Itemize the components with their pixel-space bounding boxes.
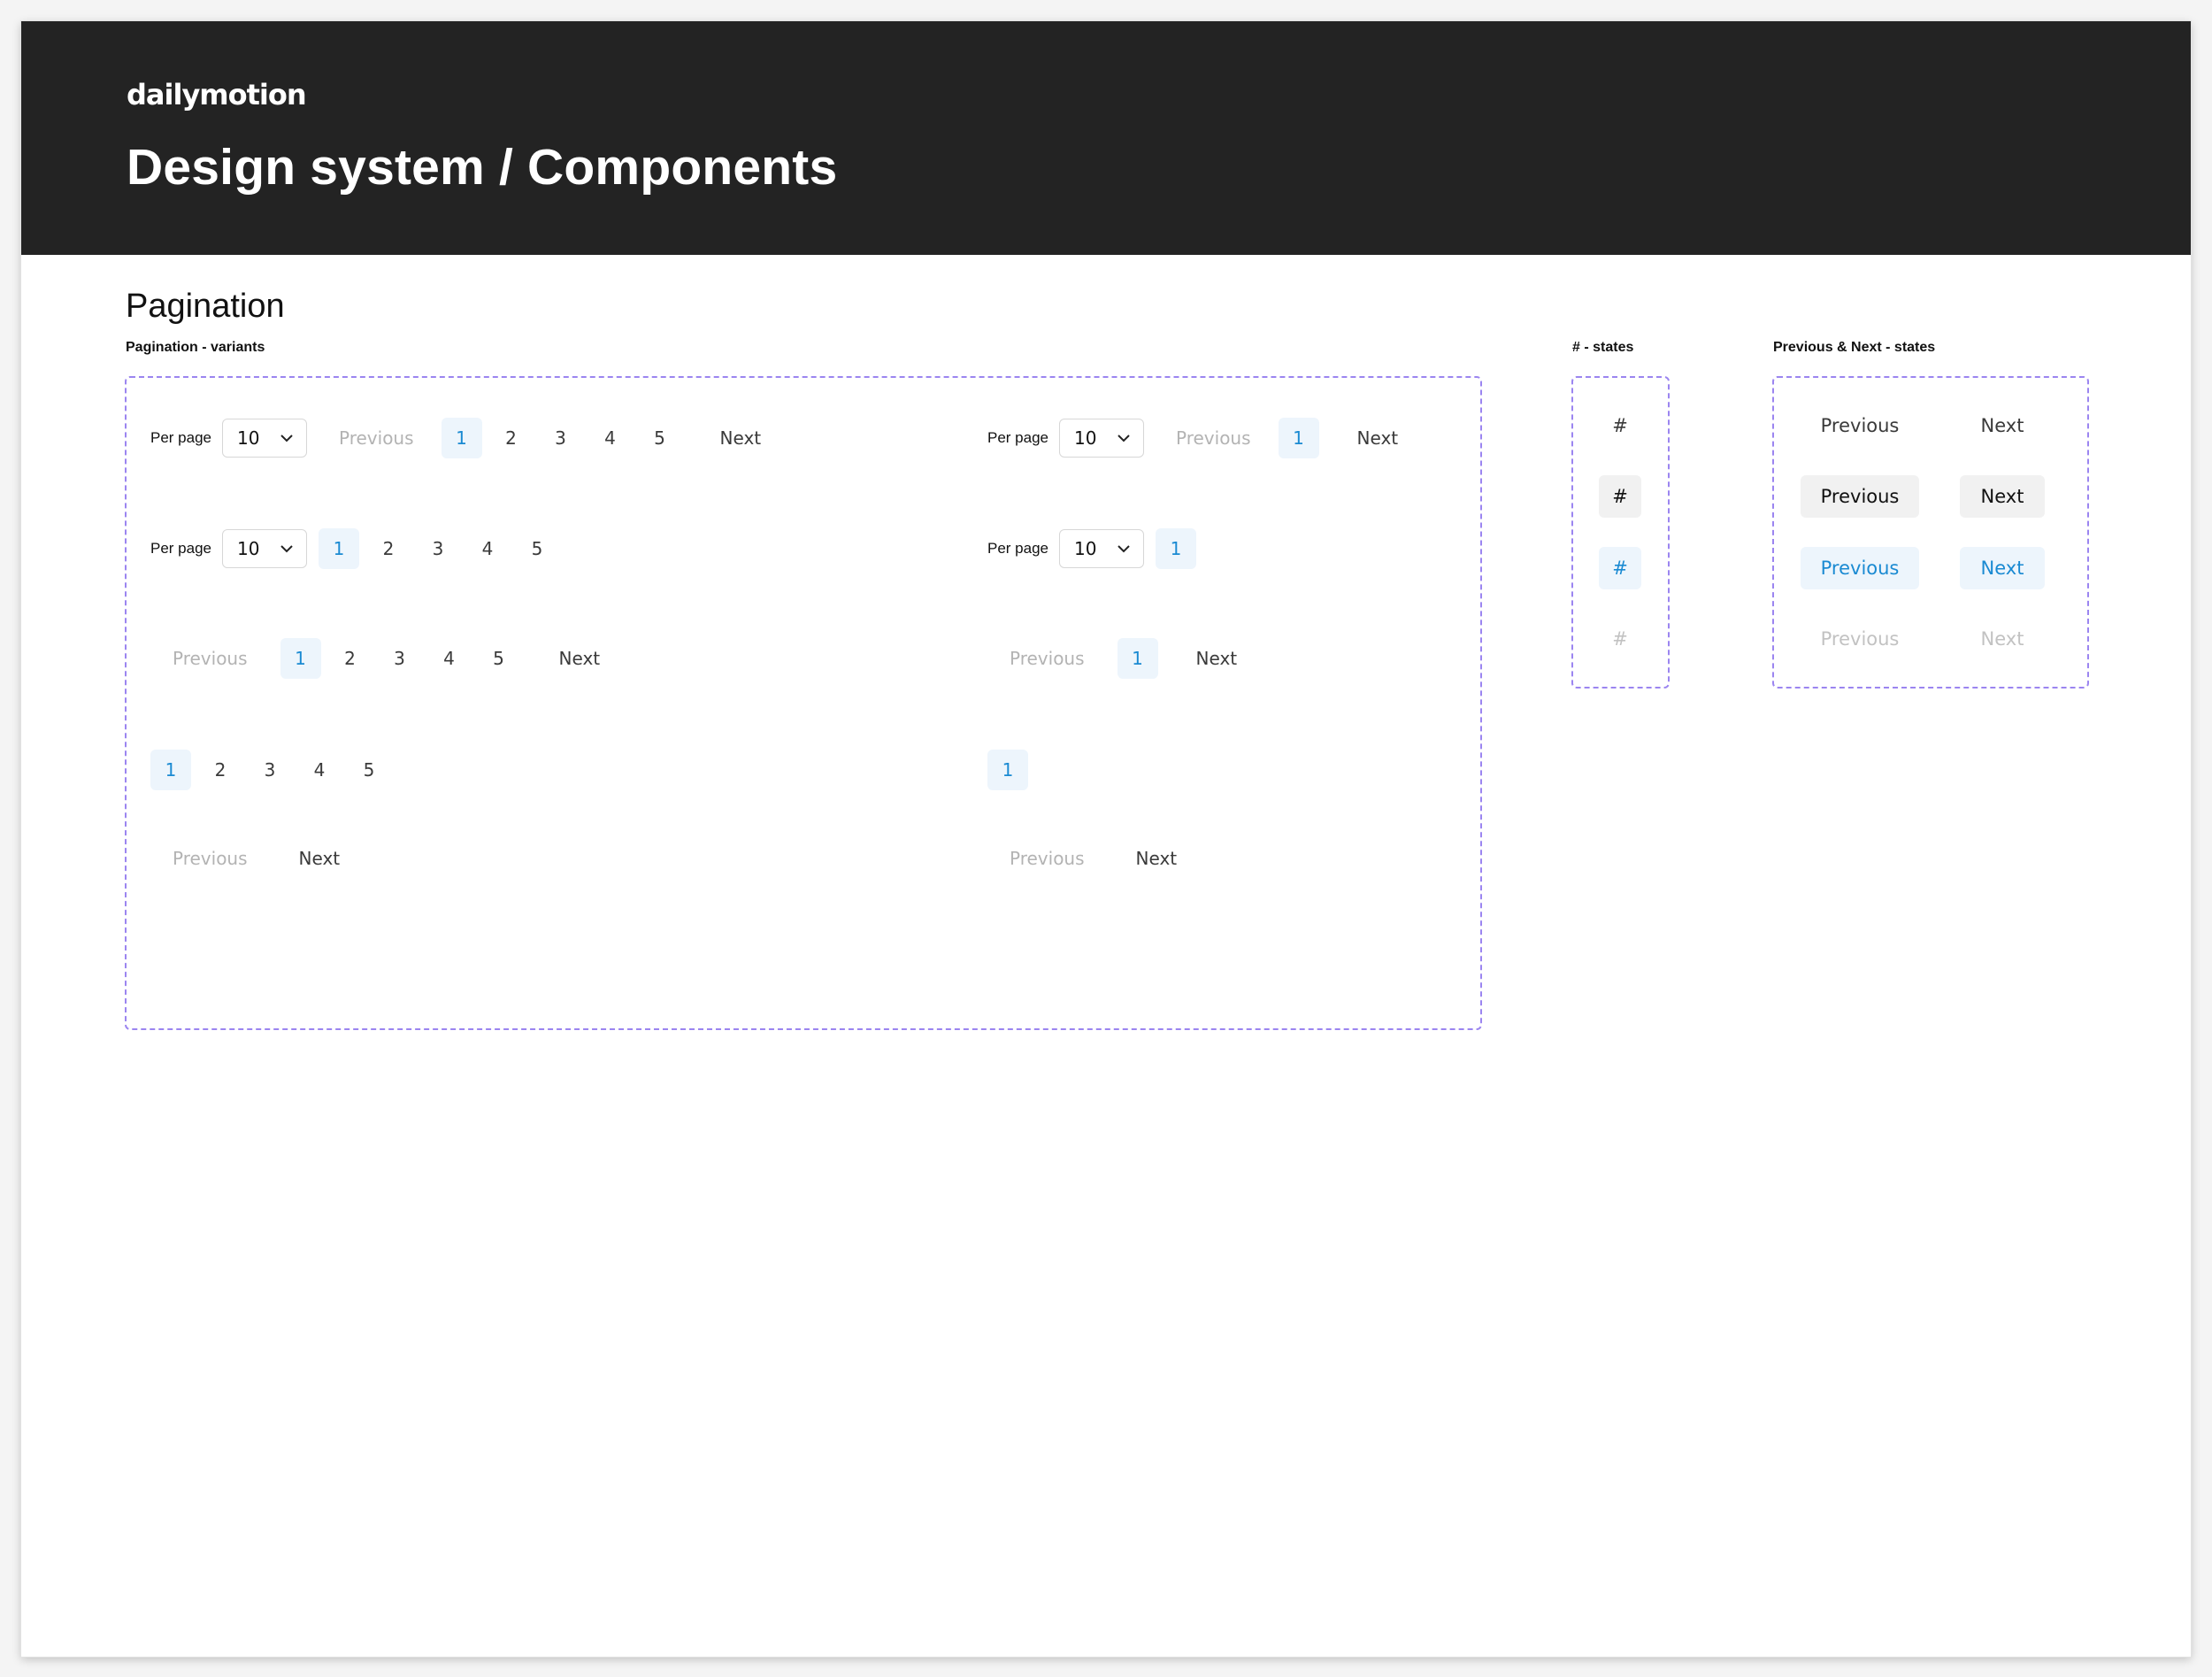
page-button-1[interactable]: 1	[987, 750, 1028, 790]
pagination-prev-pages-next: Previous 1 2 3 4 5 Next	[157, 638, 616, 679]
page-button-2[interactable]: 2	[368, 528, 409, 569]
pagination-single-only: 1	[983, 750, 1033, 790]
per-page-value: 10	[237, 538, 260, 559]
per-page-select[interactable]: 10	[1059, 529, 1144, 568]
prevnext-states-label: Previous & Next - states	[1773, 340, 1936, 355]
page-button-2[interactable]: 2	[330, 638, 371, 679]
page-button-2[interactable]: 2	[491, 418, 532, 458]
chevron-down-icon	[280, 435, 293, 442]
previous-button[interactable]: Previous	[994, 839, 1101, 878]
pagination-perpage-pages: Per page 10 1 2 3 4 5	[150, 528, 562, 569]
next-button[interactable]: Next	[704, 419, 778, 458]
next-button[interactable]: Next	[1180, 639, 1254, 678]
hash-disabled: #	[1612, 628, 1628, 650]
next-button[interactable]: Next	[1341, 419, 1415, 458]
hash-states-box: # # # #	[1571, 376, 1670, 688]
previous-disabled: Previous	[1820, 628, 1900, 650]
next-button[interactable]: Next	[283, 839, 357, 878]
prevnext-states-box: Previous Next Previous Next Previous Nex…	[1772, 376, 2089, 688]
page-button-1[interactable]: 1	[441, 418, 482, 458]
per-page-select[interactable]: 10	[222, 419, 307, 458]
page-button-1[interactable]: 1	[280, 638, 321, 679]
per-page-select[interactable]: 10	[1059, 419, 1144, 458]
next-button[interactable]: Next	[1120, 839, 1194, 878]
pagination-prev-next: Previous Next	[994, 839, 1193, 878]
artboard: dailymotion Design system / Components P…	[21, 21, 2191, 1657]
page-button-5[interactable]: 5	[349, 750, 389, 790]
pagination-prev-single-next: Previous 1 Next	[994, 638, 1253, 679]
next-default[interactable]: Next	[1960, 404, 2045, 447]
section-title: Pagination	[126, 288, 285, 325]
previous-button[interactable]: Previous	[157, 839, 264, 878]
dailymotion-logo: dailymotion	[127, 78, 307, 112]
per-page-value: 10	[1074, 427, 1097, 449]
page-button-3[interactable]: 3	[380, 638, 420, 679]
per-page-value: 10	[1074, 538, 1097, 559]
per-page-label: Per page	[987, 540, 1048, 557]
previous-button[interactable]: Previous	[157, 639, 264, 678]
page-button-1[interactable]: 1	[1278, 418, 1319, 458]
page-button-3[interactable]: 3	[418, 528, 458, 569]
per-page-label: Per page	[987, 429, 1048, 446]
page-button-3[interactable]: 3	[541, 418, 581, 458]
pagination-full: Per page 10 Previous 1 2 3 4 5 Next	[150, 418, 777, 458]
page-button-1[interactable]: 1	[1156, 528, 1196, 569]
next-active[interactable]: Next	[1960, 547, 2045, 589]
variants-label: Pagination - variants	[126, 340, 265, 355]
pagination-full-single: Per page 10 Previous 1 Next	[987, 418, 1414, 458]
hash-active[interactable]: #	[1599, 547, 1641, 589]
per-page-select[interactable]: 10	[222, 529, 307, 568]
pagination-perpage-single: Per page 10 1	[987, 528, 1201, 569]
next-hover[interactable]: Next	[1960, 475, 2045, 518]
page-button-1[interactable]: 1	[319, 528, 359, 569]
previous-hover[interactable]: Previous	[1801, 475, 1919, 518]
previous-active[interactable]: Previous	[1801, 547, 1919, 589]
next-disabled: Next	[1980, 628, 2024, 650]
variants-box: Per page 10 Previous 1 2 3 4 5 Next Per …	[125, 376, 1482, 1030]
chevron-down-icon	[1118, 545, 1130, 553]
previous-button[interactable]: Previous	[1160, 419, 1267, 458]
pagination-pages-only: 1 2 3 4 5	[146, 750, 394, 790]
pagination-prev-next: Previous Next	[157, 839, 356, 878]
previous-button[interactable]: Previous	[323, 419, 430, 458]
per-page-label: Per page	[150, 540, 211, 557]
page-button-2[interactable]: 2	[200, 750, 241, 790]
page-button-3[interactable]: 3	[250, 750, 290, 790]
page-button-5[interactable]: 5	[640, 418, 680, 458]
hash-default[interactable]: #	[1599, 404, 1641, 447]
chevron-down-icon	[1118, 435, 1130, 442]
hash-hover[interactable]: #	[1599, 475, 1641, 518]
page-button-4[interactable]: 4	[299, 750, 340, 790]
previous-button[interactable]: Previous	[994, 639, 1101, 678]
per-page-value: 10	[237, 427, 260, 449]
page-button-1[interactable]: 1	[1117, 638, 1158, 679]
page-button-5[interactable]: 5	[517, 528, 557, 569]
page-button-4[interactable]: 4	[590, 418, 631, 458]
previous-default[interactable]: Previous	[1801, 404, 1919, 447]
page-title: Design system / Components	[127, 139, 838, 196]
page-button-1[interactable]: 1	[150, 750, 191, 790]
header: dailymotion Design system / Components	[21, 21, 2191, 255]
chevron-down-icon	[280, 545, 293, 553]
page-button-4[interactable]: 4	[429, 638, 470, 679]
next-button[interactable]: Next	[543, 639, 617, 678]
hash-states-label: # - states	[1572, 340, 1634, 355]
page-button-5[interactable]: 5	[479, 638, 519, 679]
per-page-label: Per page	[150, 429, 211, 446]
page-button-4[interactable]: 4	[467, 528, 508, 569]
